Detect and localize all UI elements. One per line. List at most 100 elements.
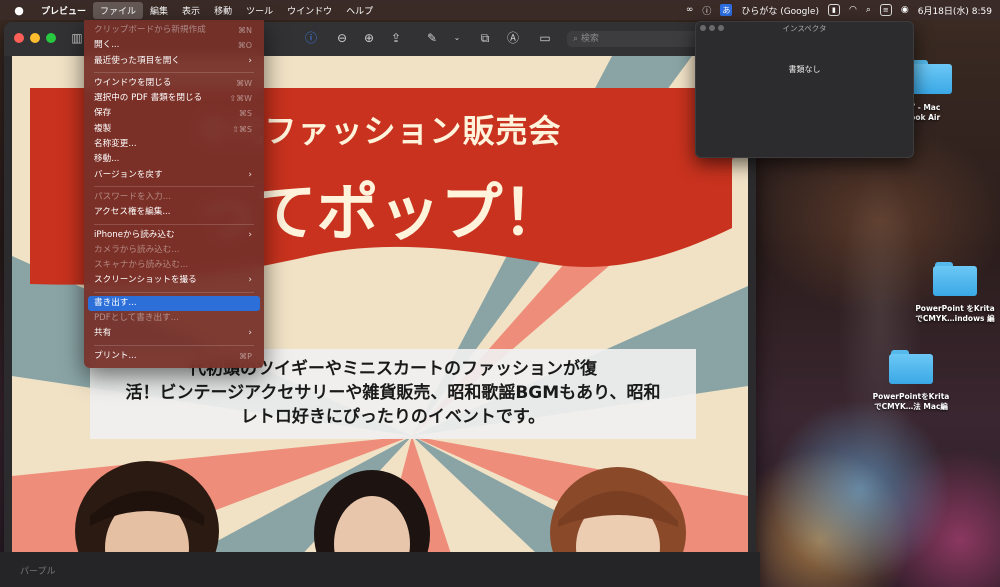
file-menu-item[interactable]: 共有 › (88, 326, 260, 341)
menu-item-label: カメラから読み込む... (94, 244, 180, 255)
menu-help[interactable]: ヘルプ (339, 2, 380, 19)
zoom-out-icon[interactable]: ⊖ (335, 31, 349, 45)
sidebar-strip: パープル (0, 552, 760, 587)
menu-item-shortcut: ⌘N (238, 26, 252, 35)
menu-item-label: プリント... (94, 350, 137, 361)
menu-file[interactable]: ファイル (93, 1, 144, 19)
file-menu-item[interactable]: iPhoneから読み込む › (88, 228, 260, 243)
menu-item-label: 保存 (94, 108, 112, 119)
file-menu-item: スキャナから読み込む... (88, 258, 260, 273)
desktop-folder-3[interactable]: PowerPointをKrita でCMYK…法 Mac編 (866, 350, 956, 412)
file-menu-item[interactable]: アクセス権を編集... (88, 205, 260, 220)
menu-edit[interactable]: 編集 (143, 2, 175, 19)
file-menu-item[interactable]: プリント... ⌘P (88, 349, 260, 364)
menu-item-shortcut: ⌘P (239, 351, 252, 361)
chevron-right-icon: › (248, 55, 252, 66)
folder-icon (889, 350, 933, 384)
menu-tools[interactable]: ツール (239, 2, 280, 19)
control-center-icon[interactable]: ≡ (879, 4, 892, 16)
inspector-panel: インスペクタ 書類なし (695, 21, 914, 158)
inspector-titlebar: インスペクタ (696, 22, 913, 34)
file-menu-item[interactable]: スクリーンショットを撮る › (88, 273, 260, 288)
file-menu-item[interactable]: 複製 ⇧⌘S (88, 122, 260, 137)
file-menu-item[interactable]: 名称変更... (88, 137, 260, 152)
menu-item-label: 共有 (94, 328, 112, 339)
file-menu-item[interactable]: バージョンを戻す › (88, 168, 260, 183)
menu-item-label: アクセス権を編集... (94, 207, 171, 218)
menu-bar: ● プレビュー ファイル 編集 表示 移動 ツール ウインドウ ヘルプ ∞ ⓘ … (0, 0, 1000, 20)
menu-item-shortcut: ⇧⌘W (229, 94, 252, 104)
info-icon[interactable]: ⓘ (304, 31, 318, 45)
inspector-empty-text: 書類なし (788, 65, 821, 74)
menu-separator (94, 291, 254, 293)
file-menu-item: カメラから読み込む... (88, 243, 260, 258)
menubar-clock[interactable]: 6月18日(水) 8:59 (918, 4, 992, 17)
menu-item-label: 選択中の PDF 書類を閉じる (94, 93, 203, 104)
description-line: 活！ビンテージアクセサリーや雑貨販売、昭和歌謡BGMもあり、昭和 (125, 383, 661, 403)
creative-cloud-icon[interactable]: ∞ (686, 5, 694, 15)
menu-separator (94, 344, 254, 346)
folder-icon (908, 60, 952, 94)
file-menu-item: PDFとして書き出す... (88, 311, 260, 326)
menu-go[interactable]: 移動 (207, 2, 239, 19)
markup-pen-icon[interactable]: ✎ (425, 31, 439, 45)
ime-icon[interactable]: あ (720, 4, 733, 16)
file-menu-item[interactable]: 保存 ⌘S (88, 106, 260, 121)
menu-item-label: クリップボードから新規作成 (94, 25, 206, 35)
apple-icon[interactable]: ● (12, 3, 26, 17)
menu-item-label: 名称変更... (94, 139, 137, 150)
annotate-icon[interactable]: Ⓐ (506, 31, 520, 45)
wifi-icon[interactable]: ◠ (849, 5, 857, 15)
battery-icon[interactable]: ▮ (827, 4, 840, 16)
file-menu-item[interactable]: 開く... ⌘O (88, 38, 260, 53)
menu-window[interactable]: ウインドウ (280, 2, 339, 19)
file-menu-item: クリップボードから新規作成 ⌘N (88, 23, 260, 38)
menu-item-label: 開く... (94, 40, 120, 51)
file-menu-item: パスワードを入力... (88, 190, 260, 205)
menu-view[interactable]: 表示 (175, 2, 207, 19)
menu-item-label: パスワードを入力... (94, 191, 171, 202)
file-menu-item[interactable]: 移動... (88, 152, 260, 167)
inspector-title: インスペクタ (782, 24, 827, 33)
menu-item-label: スクリーンショットを撮る (94, 275, 197, 286)
minimize-window-button[interactable] (30, 33, 40, 43)
spotlight-search-icon[interactable]: ⌕ (866, 5, 871, 15)
menu-item-label: スキャナから読み込む... (94, 260, 189, 271)
zoom-window-button[interactable] (46, 33, 56, 43)
menu-item-label: バージョンを戻す (94, 169, 163, 180)
menu-item-label: 最近使った項目を開く (94, 55, 180, 66)
siri-icon[interactable]: ◉ (901, 5, 909, 15)
file-menu-item[interactable]: ウインドウを閉じる ⌘W (88, 76, 260, 91)
input-source-label[interactable]: ひらがな (Google) (741, 4, 819, 17)
chevron-right-icon: › (248, 275, 252, 286)
chevron-down-icon[interactable]: ⌄ (450, 31, 464, 45)
file-menu-item[interactable]: 書き出す... (88, 295, 260, 312)
sidebar-toggle-icon[interactable]: ▥ (70, 31, 84, 45)
rotate-icon[interactable]: ⧉ (478, 31, 492, 45)
menu-separator (94, 71, 254, 73)
chevron-right-icon: › (248, 328, 252, 339)
menu-item-shortcut: ⌘O (237, 41, 252, 51)
menu-separator (94, 223, 254, 225)
close-window-button[interactable] (14, 33, 24, 43)
menu-item-label: iPhoneから読み込む (94, 229, 175, 240)
file-menu-item[interactable]: 最近使った項目を開く › (88, 54, 260, 69)
zoom-in-icon[interactable]: ⊕ (362, 31, 376, 45)
desktop-folder-label: でCMYK…法 Mac編 (874, 402, 948, 411)
desktop-folder-label: PowerPointをKrita (872, 392, 950, 401)
share-icon[interactable]: ⇪ (389, 31, 403, 45)
menu-item-shortcut: ⇧⌘S (232, 124, 252, 134)
menu-item-label: 移動... (94, 154, 120, 165)
info-circle-icon[interactable]: ⓘ (702, 4, 711, 17)
signature-icon[interactable]: ▭ (538, 31, 552, 45)
folder-icon (933, 262, 977, 296)
menu-item-label: ウインドウを閉じる (94, 77, 172, 88)
desktop-folder-label: でCMYK…indows 編 (915, 314, 995, 323)
description-line: レトロ好きにぴったりのイベントです。 (240, 407, 546, 427)
menu-separator (94, 185, 254, 187)
file-menu-item[interactable]: 選択中の PDF 書類を閉じる ⇧⌘W (88, 91, 260, 106)
menu-item-label: PDFとして書き出す... (94, 313, 179, 324)
desktop-folder-2[interactable]: PowerPoint をKrita でCMYK…indows 編 (910, 262, 1000, 324)
menu-app[interactable]: プレビュー (34, 2, 93, 19)
search-placeholder: 検索 (580, 34, 599, 44)
